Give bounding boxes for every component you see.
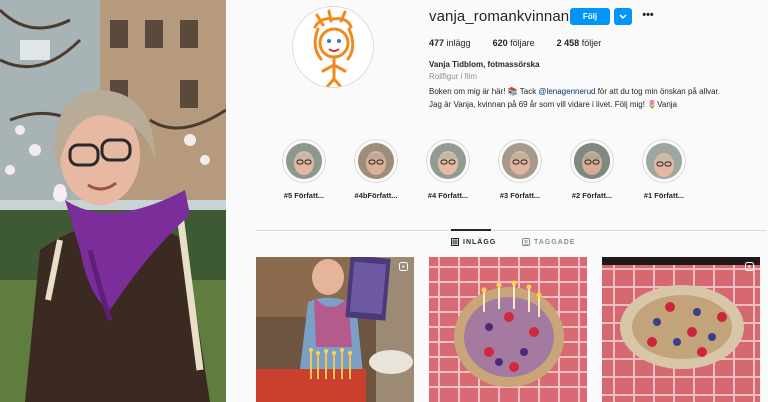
highlight-item[interactable]: #4bFörfatt... bbox=[348, 139, 404, 200]
post-thumbnail[interactable] bbox=[256, 257, 414, 402]
stat-posts-count: 477 bbox=[429, 38, 445, 48]
bio-text: Boken om mig är här! 📚 Tack bbox=[429, 87, 539, 96]
tag-icon bbox=[522, 238, 530, 246]
tab-tagged[interactable]: TAGGADE bbox=[522, 238, 575, 246]
highlight-thumbnail bbox=[286, 143, 322, 179]
profile-category: Rollfigur i film bbox=[429, 72, 478, 81]
stat-following[interactable]: 2 458 följer bbox=[557, 38, 602, 48]
profile-avatar[interactable] bbox=[292, 6, 374, 88]
highlight-item[interactable]: #1 Författ... bbox=[636, 139, 692, 200]
highlight-label: #3 Författ... bbox=[499, 191, 541, 200]
profile-full-name: Vanja Tidblom, fotmassörska bbox=[429, 60, 540, 69]
stat-followers-label: följare bbox=[510, 38, 535, 48]
bio-text: för att du tog min önskan på allvar. bbox=[595, 87, 720, 96]
highlight-thumbnail bbox=[358, 143, 394, 179]
post-thumbnail[interactable] bbox=[602, 257, 760, 402]
highlight-label: #4 Författ... bbox=[427, 191, 469, 200]
highlight-label: #2 Författ... bbox=[571, 191, 613, 200]
stat-following-label: följer bbox=[581, 38, 602, 48]
highlight-item[interactable]: #4 Författ... bbox=[420, 139, 476, 200]
profile-bio: Boken om mig är här! 📚 Tack @lenagenneru… bbox=[429, 85, 749, 111]
highlight-item[interactable]: #5 Författ... bbox=[276, 139, 332, 200]
story-highlights: #5 Författ... #4bFörfatt... #4 Författ..… bbox=[276, 139, 716, 201]
suggested-dropdown-button[interactable] bbox=[614, 8, 632, 25]
post-thumbnail[interactable] bbox=[429, 257, 587, 402]
highlight-thumbnail bbox=[502, 143, 538, 179]
active-tab-indicator bbox=[451, 229, 491, 231]
reel-icon bbox=[399, 262, 408, 271]
tab-tagged-label: TAGGADE bbox=[534, 238, 576, 246]
tab-posts-label: INLÄGG bbox=[463, 238, 497, 246]
stat-followers[interactable]: 620 följare bbox=[493, 38, 535, 48]
chevron-down-icon bbox=[619, 13, 627, 19]
profile-photo-left bbox=[0, 0, 226, 402]
stat-followers-count: 620 bbox=[492, 38, 508, 48]
tab-posts[interactable]: INLÄGG bbox=[451, 238, 496, 246]
stat-posts-label: inlägg bbox=[446, 38, 471, 48]
highlight-item[interactable]: #2 Författ... bbox=[564, 139, 620, 200]
grid-icon bbox=[451, 238, 459, 246]
tabs-divider bbox=[256, 230, 766, 231]
profile-page: vanja_romankvinnan Följ ••• 477 inlägg 6… bbox=[226, 0, 768, 402]
follow-button[interactable]: Följ bbox=[570, 8, 610, 25]
stat-following-count: 2 458 bbox=[556, 38, 580, 48]
bio-mention-link[interactable]: @lenagennerud bbox=[538, 87, 595, 96]
highlight-thumbnail bbox=[430, 143, 466, 179]
bio-text: Jag är Vanja, kvinnan på 69 år som vill … bbox=[429, 100, 677, 109]
highlight-item[interactable]: #3 Författ... bbox=[492, 139, 548, 200]
highlight-label: #4bFörfatt... bbox=[354, 191, 398, 200]
profile-username: vanja_romankvinnan bbox=[429, 8, 570, 25]
highlight-label: #1 Författ... bbox=[643, 191, 685, 200]
highlight-label: #5 Författ... bbox=[283, 191, 325, 200]
highlight-thumbnail bbox=[574, 143, 610, 179]
more-options-icon[interactable]: ••• bbox=[640, 9, 656, 23]
highlight-thumbnail bbox=[646, 143, 682, 179]
stat-posts[interactable]: 477 inlägg bbox=[429, 38, 471, 48]
profile-stats: 477 inlägg 620 följare 2 458 följer bbox=[429, 38, 601, 48]
reel-icon bbox=[745, 262, 754, 271]
